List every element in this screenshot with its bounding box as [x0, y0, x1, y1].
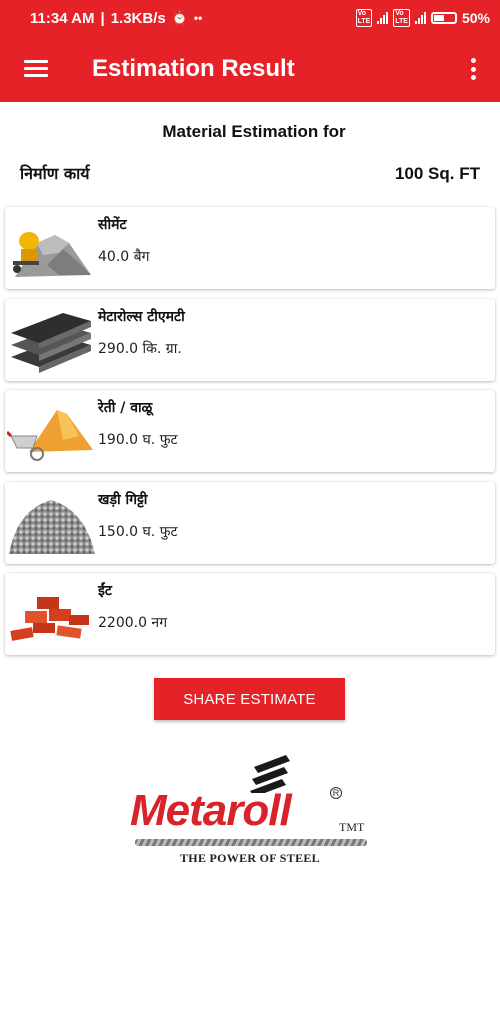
battery-level: 50% [461, 10, 490, 26]
battery-icon [430, 12, 457, 24]
material-name: मेटारोल्स टीएमटी [98, 309, 185, 325]
status-time: 11:34 AM [30, 9, 95, 27]
notification-dots-icon: •• [193, 11, 203, 25]
material-name: रेती / वाळू [98, 400, 153, 416]
work-type-label: निर्माण कार्य [20, 164, 90, 183]
rebar-graphic [135, 839, 367, 846]
app-bar: Estimation Result [0, 36, 500, 102]
status-net-speed: 1.3KB/s [110, 9, 166, 27]
tmt-steel-bars-icon [11, 313, 91, 373]
material-name: ईंट [98, 583, 112, 599]
material-card-tmt: मेटारोल्स टीएमटी 290.0 कि. ग्रा. [5, 299, 495, 381]
brand-wordmark: Metaroll [130, 786, 292, 835]
material-quantity: 290.0 कि. ग्रा. [98, 341, 182, 357]
material-card-sand: रेती / वाळू 190.0 घ. फुट [5, 390, 495, 472]
alarm-icon: ⏰ [171, 10, 188, 25]
more-vertical-icon[interactable] [470, 58, 476, 80]
material-card-cement: सीमेंट 40.0 बैग [5, 207, 495, 289]
share-estimate-button[interactable]: SHARE ESTIMATE [154, 678, 345, 720]
status-right: Vo LTE Vo LTE 50% [355, 9, 490, 27]
material-quantity: 190.0 घ. फुट [98, 432, 178, 448]
volte-icon: Vo LTE [355, 9, 373, 27]
material-quantity: 150.0 घ. फुट [98, 524, 178, 540]
page-title: Estimation Result [92, 55, 295, 82]
metaroll-logo: Metaroll R TMT THE POWER OF STEEL [130, 755, 375, 870]
hamburger-menu-icon[interactable] [24, 60, 48, 78]
bricks-icon [10, 597, 89, 641]
material-name: खड़ी गिट्टी [98, 492, 148, 508]
material-quantity: 40.0 बैग [98, 249, 150, 265]
estimation-heading: Material Estimation for [162, 122, 346, 141]
material-name: सीमेंट [98, 217, 127, 233]
status-left: 11:34 AM | 1.3KB/s ⏰ •• [30, 10, 202, 27]
material-card-gravel: खड़ी गिट्टी 150.0 घ. फुट [5, 482, 495, 564]
material-quantity: 2200.0 नग [98, 615, 168, 631]
signal-icon-2 [414, 12, 426, 24]
brand-tmt: TMT [339, 820, 365, 834]
cement-icon [13, 232, 91, 277]
registered-mark: R [330, 787, 342, 799]
area-value: 100 Sq. FT [394, 164, 480, 183]
status-bar: 11:34 AM | 1.3KB/s ⏰ •• Vo LTE Vo LTE 50% [0, 0, 500, 36]
material-card-bricks: ईंट 2200.0 नग [5, 573, 495, 655]
sand-icon [7, 410, 93, 461]
signal-icon [377, 12, 389, 24]
brand-tagline: THE POWER OF STEEL [180, 851, 320, 865]
status-divider: | [100, 9, 105, 27]
gravel-icon [9, 500, 95, 554]
volte-icon-2: Vo LTE [393, 9, 410, 27]
